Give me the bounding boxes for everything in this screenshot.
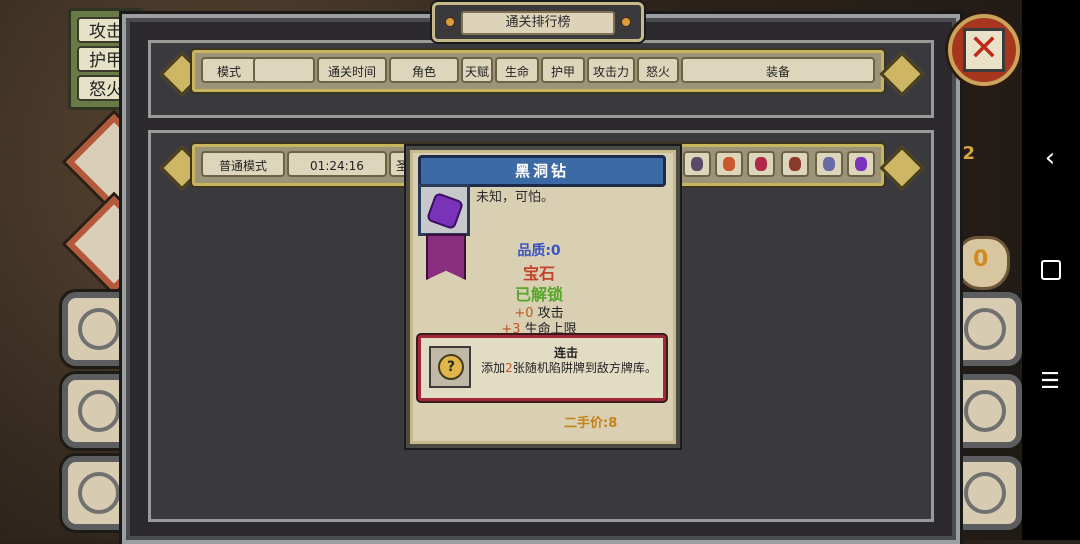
header-row: 模式 通关时间 角色 天赋 生命 护甲 攻击力 怒火 装备 [192, 50, 884, 92]
equipment-icon[interactable] [715, 151, 743, 177]
header-mode: 模式 [201, 57, 257, 83]
skill-name: 连击 [553, 346, 578, 360]
system-nav-bar: ‹ ☰ [1022, 0, 1080, 540]
equipment-icon[interactable] [747, 151, 775, 177]
home-icon[interactable] [1038, 258, 1062, 282]
item-icon-slot [418, 184, 470, 236]
item-name: 黑洞钻 [418, 155, 666, 187]
ornament-dot [621, 17, 631, 27]
header-clear-time: 通关时间 [317, 57, 387, 83]
gem-icon [425, 191, 465, 231]
header-blank [253, 57, 315, 83]
menu-icon[interactable]: ☰ [1038, 370, 1062, 394]
equipment-icon[interactable] [683, 151, 711, 177]
record-mode: 普通模式 [201, 151, 285, 177]
equipment-icon[interactable] [847, 151, 875, 177]
header-hp: 生命 [495, 57, 539, 83]
header-role: 角色 [389, 57, 459, 83]
skill-description: 添加2张随机陷阱牌到敌方牌库。 [481, 360, 657, 376]
bag-count: 0 [973, 247, 989, 272]
header-attack: 攻击力 [587, 57, 635, 83]
equipment-icon[interactable] [815, 151, 843, 177]
header-talent: 天赋 [461, 57, 493, 83]
header-equipment: 装备 [681, 57, 875, 83]
secondhand-price: 二手价:8 [564, 416, 618, 431]
close-button[interactable]: ✕ [948, 14, 1020, 86]
skill-desc-suffix: 张随机陷阱牌到敌方牌库。 [512, 361, 657, 375]
header-fury: 怒火 [637, 57, 679, 83]
skill-desc-count: 2 [505, 361, 513, 375]
home-square [1041, 260, 1061, 280]
window-title: 通关排行榜 [461, 11, 615, 35]
item-description: 未知，可怕。 [476, 190, 555, 205]
skill-desc-prefix: 添加 [481, 361, 506, 375]
item-tooltip-card: 黑洞钻 未知，可怕。 品质:0 宝石 已解锁 +0 攻击 +3 生命上限 ? 连… [406, 146, 680, 448]
back-icon[interactable]: ‹ [1038, 145, 1062, 171]
item-quality: 品质:0 [517, 243, 561, 259]
close-icon: ✕ [963, 28, 1005, 72]
coin-bag-icon: 0 [956, 236, 1010, 290]
window-title-plate: 通关排行榜 [432, 2, 644, 42]
header-armor: 护甲 [541, 57, 585, 83]
record-time: 01:24:16 [287, 151, 387, 177]
ornament-dot [445, 17, 455, 27]
equipment-icon[interactable] [781, 151, 809, 177]
skill-box: ? 连击 添加2张随机陷阱牌到敌方牌库。 [418, 335, 666, 401]
